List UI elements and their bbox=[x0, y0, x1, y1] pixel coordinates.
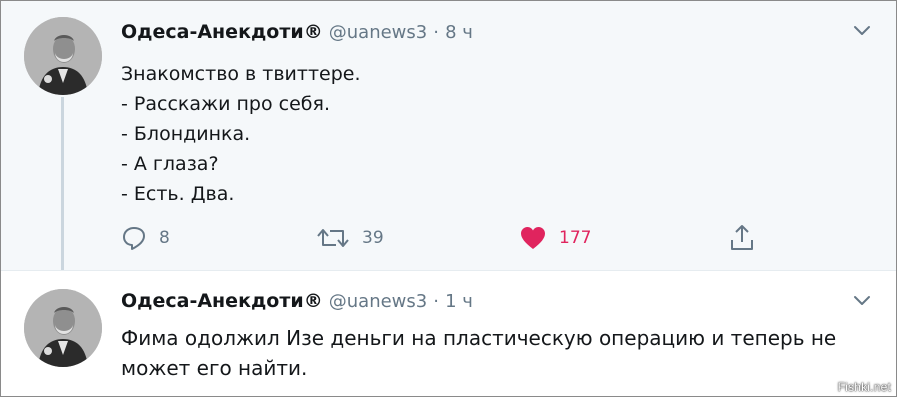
tweet-text: Фима одолжил Изе деньги на пластическую … bbox=[121, 326, 837, 380]
author-name[interactable]: Одеса-Анекдоти® bbox=[121, 21, 323, 43]
tweet-text: Знакомство в твиттере. - Расскажи про се… bbox=[121, 59, 361, 209]
thread-connector bbox=[61, 97, 64, 282]
tweet-line: - А глаза? bbox=[121, 153, 219, 175]
tweet[interactable]: Одеса-Анекдоти® @uanews3 · 8 ч Знакомств… bbox=[1, 1, 896, 270]
avatar-portrait-icon bbox=[24, 289, 102, 367]
author-handle[interactable]: @uanews3 bbox=[329, 22, 427, 43]
heart-icon bbox=[521, 227, 545, 249]
avatar-portrait-icon bbox=[24, 17, 102, 95]
timestamp[interactable]: 1 ч bbox=[445, 291, 473, 312]
separator-dot: · bbox=[433, 291, 440, 312]
tweet-header: Одеса-Анекдоти® @uanews3 · 8 ч bbox=[121, 19, 473, 46]
reply-count: 8 bbox=[159, 228, 170, 248]
reply-button[interactable]: 8 bbox=[121, 223, 170, 253]
avatar[interactable] bbox=[24, 289, 102, 367]
tweet[interactable]: Одеса-Анекдоти® @uanews3 · 1 ч Фима одол… bbox=[1, 271, 896, 396]
like-count: 177 bbox=[559, 228, 592, 248]
author-handle[interactable]: @uanews3 bbox=[329, 291, 427, 312]
avatar[interactable] bbox=[24, 17, 102, 95]
share-icon bbox=[731, 225, 753, 250]
chevron-down-icon[interactable] bbox=[853, 295, 871, 307]
tweet-line: Знакомство в твиттере. bbox=[121, 63, 361, 85]
chevron-down-icon[interactable] bbox=[853, 25, 871, 37]
author-name[interactable]: Одеса-Анекдоти® bbox=[121, 290, 323, 312]
retweet-button[interactable]: 39 bbox=[316, 223, 384, 253]
tweet-actions: 8 39 177 bbox=[121, 223, 761, 253]
retweet-icon bbox=[317, 229, 349, 247]
like-button[interactable]: 177 bbox=[519, 223, 591, 253]
tweet-header: Одеса-Анекдоти® @uanews3 · 1 ч bbox=[121, 288, 473, 315]
tweet-line: - Есть. Два. bbox=[121, 183, 235, 205]
watermark: Fishki.net bbox=[837, 380, 891, 394]
tweet-line: - Блондинка. bbox=[121, 123, 251, 145]
tweet-line: - Расскажи про себя. bbox=[121, 93, 330, 115]
reply-icon bbox=[123, 227, 145, 250]
timestamp[interactable]: 8 ч bbox=[445, 22, 473, 43]
retweet-count: 39 bbox=[362, 228, 384, 248]
separator-dot: · bbox=[433, 22, 440, 43]
share-button[interactable] bbox=[729, 223, 755, 253]
